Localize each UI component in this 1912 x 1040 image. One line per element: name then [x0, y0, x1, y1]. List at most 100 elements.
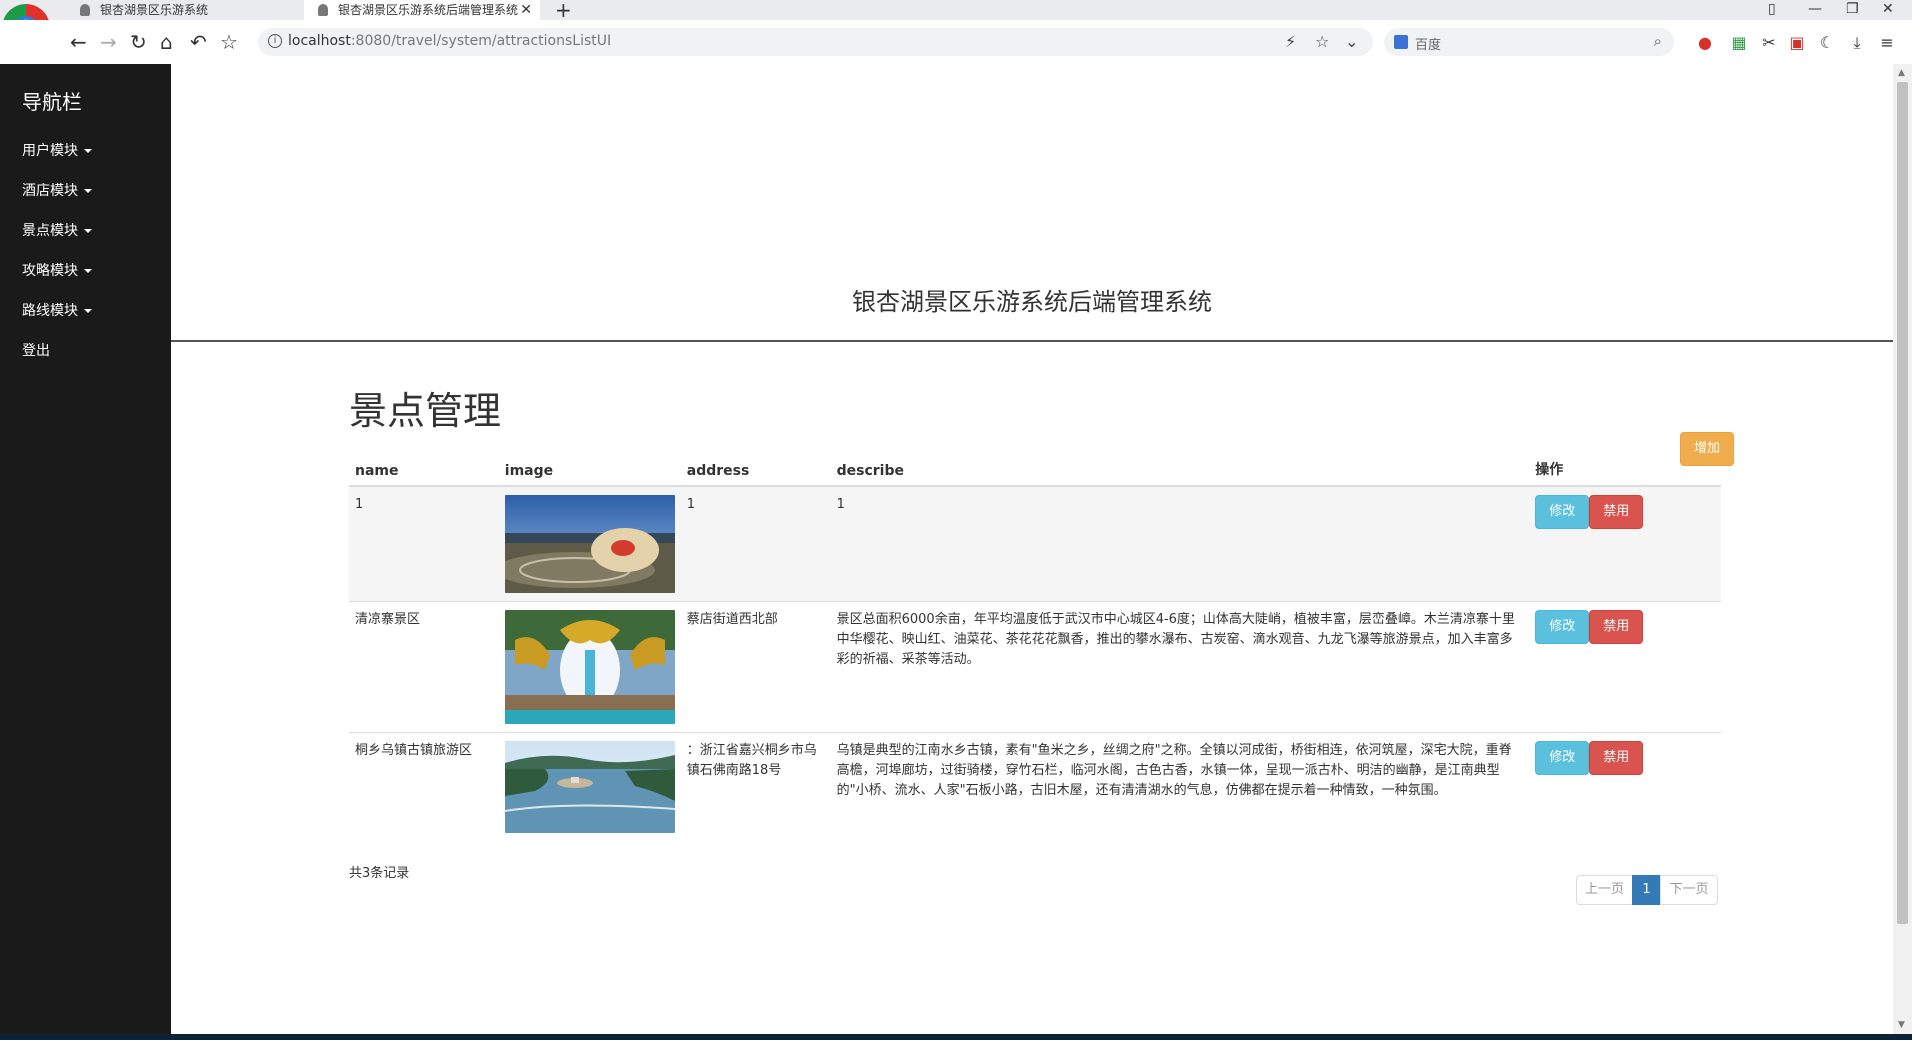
star-icon[interactable]: ☆: [1315, 32, 1329, 51]
night-mode-icon[interactable]: ☾: [1818, 34, 1836, 52]
cell-address: 1: [680, 485, 831, 602]
reload-icon[interactable]: ↻: [130, 32, 147, 52]
table-row: 桐乡乌镇古镇旅游区 ：浙江省嘉兴桐乡市乌镇石佛南路18号 乌镇是典型的江南水乡古…: [349, 732, 1721, 841]
download-icon[interactable]: ⤓: [1848, 34, 1866, 52]
browser-tab-1[interactable]: 银杏湖景区乐游系统: [66, 0, 302, 20]
taskbar: [0, 1034, 1912, 1040]
edit-button[interactable]: 修改: [1535, 610, 1590, 644]
cell-describe: 景区总面积6000余亩，年平均温度低于武汉市中心城区4-6度；山体高大陡峭，植被…: [830, 601, 1530, 733]
disable-button[interactable]: 禁用: [1589, 495, 1644, 529]
page-scrollbar[interactable]: ▲ ▼: [1893, 64, 1912, 1034]
sidebar-item-routes[interactable]: 路线模块: [22, 300, 92, 320]
cell-actions: 修改 禁用: [1529, 485, 1721, 602]
caret-down-icon: [84, 229, 92, 233]
baidu-icon: [1394, 35, 1408, 49]
system-title: 银杏湖景区乐游系统后端管理系统: [852, 288, 1212, 316]
tab-title: 银杏湖景区乐游系统后端管理系统: [338, 3, 519, 17]
sidebar-item-attractions[interactable]: 景点模块: [22, 220, 92, 240]
page-1-button[interactable]: 1: [1632, 875, 1661, 905]
caret-down-icon: [84, 149, 92, 153]
window-pin-icon[interactable]: ▯: [1768, 0, 1776, 18]
url-host: localhost: [288, 33, 351, 49]
cell-address: ：浙江省嘉兴桐乡市乌镇石佛南路18号: [680, 732, 831, 841]
prev-page-button[interactable]: 上一页: [1576, 875, 1633, 905]
page-title: 景点管理: [349, 389, 502, 433]
sidebar-item-guides[interactable]: 攻略模块: [22, 260, 92, 280]
url-path: :8080/travel/system/attractionsListUI: [350, 33, 612, 49]
scrollbar-thumb[interactable]: [1897, 82, 1908, 924]
scroll-up-icon[interactable]: ▲: [1898, 68, 1905, 78]
new-tab-icon[interactable]: +: [555, 0, 572, 22]
extension-game-icon[interactable]: ●: [1696, 34, 1714, 52]
sidebar-item-label: 攻略模块: [22, 263, 78, 279]
divider: [171, 340, 1893, 342]
browser-tab-bar: 银杏湖景区乐游系统 银杏湖景区乐游系统后端管理系统 ✕ + ▯ — ❐ ✕: [0, 0, 1912, 22]
cell-image: [498, 485, 681, 602]
chevron-down-icon[interactable]: ⌄: [1345, 32, 1358, 51]
home-icon[interactable]: ⌂: [160, 32, 173, 52]
cell-image: [498, 601, 681, 733]
tab-favicon-icon: [318, 4, 328, 16]
edit-button[interactable]: 修改: [1535, 741, 1590, 775]
bookmark-star-icon[interactable]: ☆: [220, 32, 238, 52]
tab-title: 银杏湖景区乐游系统: [100, 3, 209, 17]
sidebar-item-label: 路线模块: [22, 303, 78, 319]
attraction-image-lake-aerial: [504, 741, 675, 833]
extension-scissors-icon[interactable]: ✂: [1760, 34, 1778, 52]
sidebar-item-hotel[interactable]: 酒店模块: [22, 180, 92, 200]
attraction-image-dragon-fountain: [504, 610, 675, 724]
back-icon[interactable]: ←: [70, 32, 87, 52]
cell-actions: 修改 禁用: [1529, 601, 1721, 733]
window-minimize-icon[interactable]: —: [1808, 0, 1822, 18]
cell-address: 蔡店街道西北部: [680, 601, 831, 733]
cell-name: 桐乡乌镇古镇旅游区: [349, 732, 499, 841]
extension-apps-icon[interactable]: ▦: [1730, 34, 1748, 52]
sidebar-item-label: 登出: [22, 343, 50, 359]
column-header-actions: 操作: [1529, 450, 1721, 487]
table-row: 1 1 1 修改 禁用: [349, 485, 1721, 602]
caret-down-icon: [84, 309, 92, 313]
edit-button[interactable]: 修改: [1535, 495, 1590, 529]
disable-button[interactable]: 禁用: [1589, 610, 1644, 644]
window-restore-icon[interactable]: ❐: [1846, 0, 1859, 18]
scroll-down-icon[interactable]: ▼: [1898, 1020, 1905, 1030]
cell-name: 1: [349, 485, 499, 602]
attractions-table: name image address describe 操作 1 1 1 修改 …: [349, 450, 1721, 841]
address-bar: ← → ↻ ⌂ ↶ ☆ i localhost:8080/travel/syst…: [0, 20, 1912, 64]
extension-pdf-icon[interactable]: ▣: [1788, 34, 1806, 52]
undo-icon[interactable]: ↶: [190, 32, 207, 52]
search-placeholder: 百度: [1415, 38, 1442, 53]
cell-describe: 乌镇是典型的江南水乡古镇，素有"鱼米之乡，丝绸之府"之称。全镇以河成街，桥街相连…: [830, 732, 1530, 841]
disable-button[interactable]: 禁用: [1589, 741, 1644, 775]
attraction-image-rock: [504, 495, 675, 593]
column-header-name: name: [349, 450, 499, 487]
url-field[interactable]: i localhost:8080/travel/system/attractio…: [258, 28, 1373, 56]
site-info-icon[interactable]: i: [268, 34, 282, 48]
sidebar-brand[interactable]: 导航栏: [22, 86, 82, 115]
search-icon[interactable]: ⌕: [1654, 32, 1662, 50]
cell-actions: 修改 禁用: [1529, 732, 1721, 841]
record-count: 共3条记录: [349, 866, 410, 881]
sidebar: 导航栏 用户模块 酒店模块 景点模块 攻略模块 路线模块 登出: [0, 64, 171, 1040]
table-header-row: name image address describe 操作: [349, 450, 1721, 487]
sidebar-item-user[interactable]: 用户模块: [22, 140, 92, 160]
search-input[interactable]: 百度 ⌕: [1384, 28, 1674, 56]
sidebar-item-label: 酒店模块: [22, 183, 78, 199]
caret-down-icon: [84, 269, 92, 273]
tab-close-icon[interactable]: ✕: [520, 0, 532, 20]
window-close-icon[interactable]: ✕: [1882, 0, 1894, 18]
main-content: 银杏湖景区乐游系统后端管理系统 景点管理 增加 name image addre…: [171, 64, 1893, 1034]
lightning-icon[interactable]: ⚡: [1285, 32, 1296, 51]
cell-image: [498, 732, 681, 841]
forward-icon[interactable]: →: [100, 32, 117, 52]
caret-down-icon: [84, 189, 92, 193]
menu-icon[interactable]: ≡: [1878, 34, 1896, 52]
column-header-address: address: [680, 450, 831, 487]
sidebar-item-label: 景点模块: [22, 223, 78, 239]
sidebar-item-logout[interactable]: 登出: [22, 340, 50, 360]
browser-tab-2[interactable]: 银杏湖景区乐游系统后端管理系统 ✕: [304, 0, 540, 20]
tab-favicon-icon: [80, 4, 90, 16]
next-page-button[interactable]: 下一页: [1660, 875, 1718, 905]
cell-name: 清凉寨景区: [349, 601, 499, 733]
pagination: 上一页 1 下一页: [1576, 875, 1718, 905]
